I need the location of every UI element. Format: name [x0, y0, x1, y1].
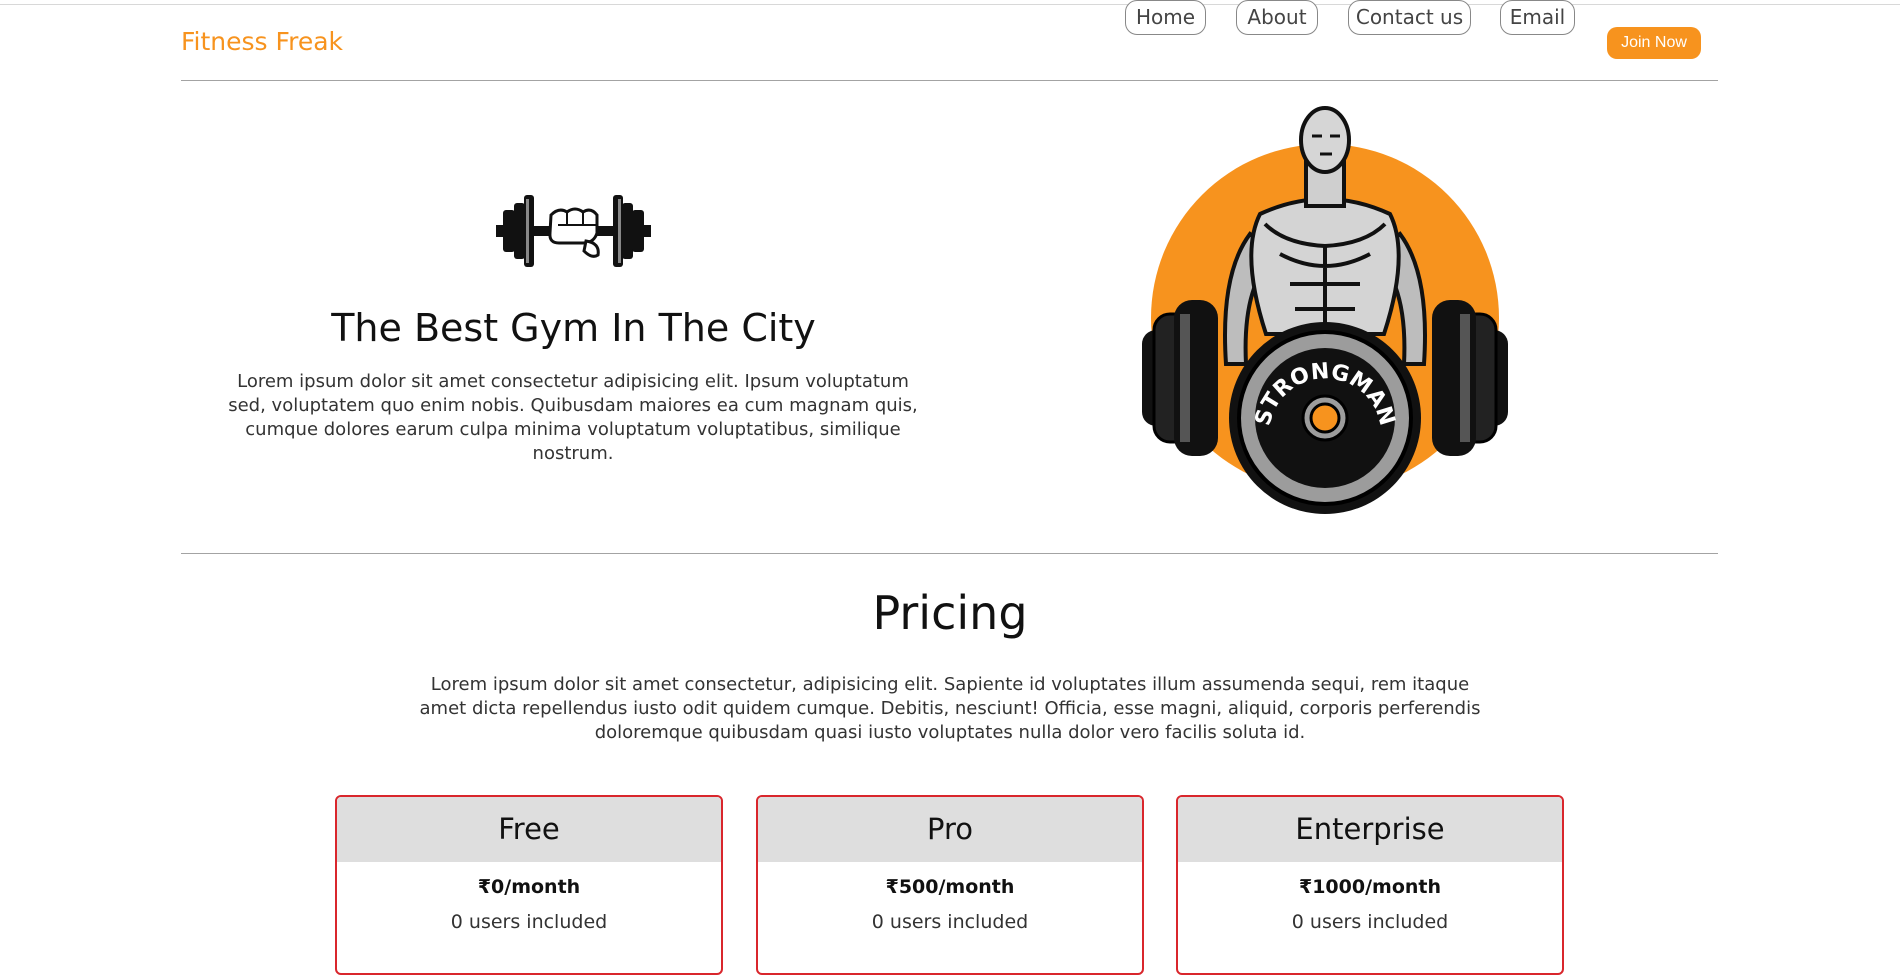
pricing-card-pro: Pro ₹500/month 0 users included: [756, 795, 1144, 975]
hero-divider: [181, 553, 1718, 554]
nav-contact-button[interactable]: Contact us: [1348, 0, 1471, 35]
nav-email-button[interactable]: Email: [1500, 0, 1575, 35]
pricing-description: Lorem ipsum dolor sit amet consectetur, …: [419, 674, 1481, 743]
pricing-card-free: Free ₹0/month 0 users included: [335, 795, 723, 975]
plan-price: ₹0/month: [477, 876, 581, 898]
plan-price: ₹500/month: [885, 876, 1015, 898]
hero-description: Lorem ipsum dolor sit amet consectetur a…: [228, 371, 918, 464]
plan-name: Enterprise: [1178, 797, 1562, 862]
plan-name: Pro: [758, 797, 1142, 862]
plan-name: Free: [337, 797, 721, 862]
plan-users: 0 users included: [450, 911, 608, 933]
header-divider: [181, 80, 1718, 81]
pricing-title: Pricing: [872, 586, 1028, 640]
plan-price: ₹1000/month: [1298, 876, 1442, 898]
browser-edge: [0, 4, 1900, 5]
plan-users: 0 users included: [1291, 911, 1449, 933]
plan-users: 0 users included: [871, 911, 1029, 933]
join-now-button[interactable]: Join Now: [1607, 27, 1701, 59]
nav-about-button[interactable]: About: [1236, 0, 1318, 35]
pricing-card-enterprise: Enterprise ₹1000/month 0 users included: [1176, 795, 1564, 975]
page: Fitness Freak Home About Contact us Emai…: [0, 0, 1900, 975]
hero-title: The Best Gym In The City: [331, 306, 816, 350]
brand-logo-text[interactable]: Fitness Freak: [181, 27, 343, 56]
dumbbell-icon: [496, 195, 651, 267]
strongman-illustration: STRONGMAN: [1142, 106, 1508, 514]
nav-home-button[interactable]: Home: [1125, 0, 1206, 35]
